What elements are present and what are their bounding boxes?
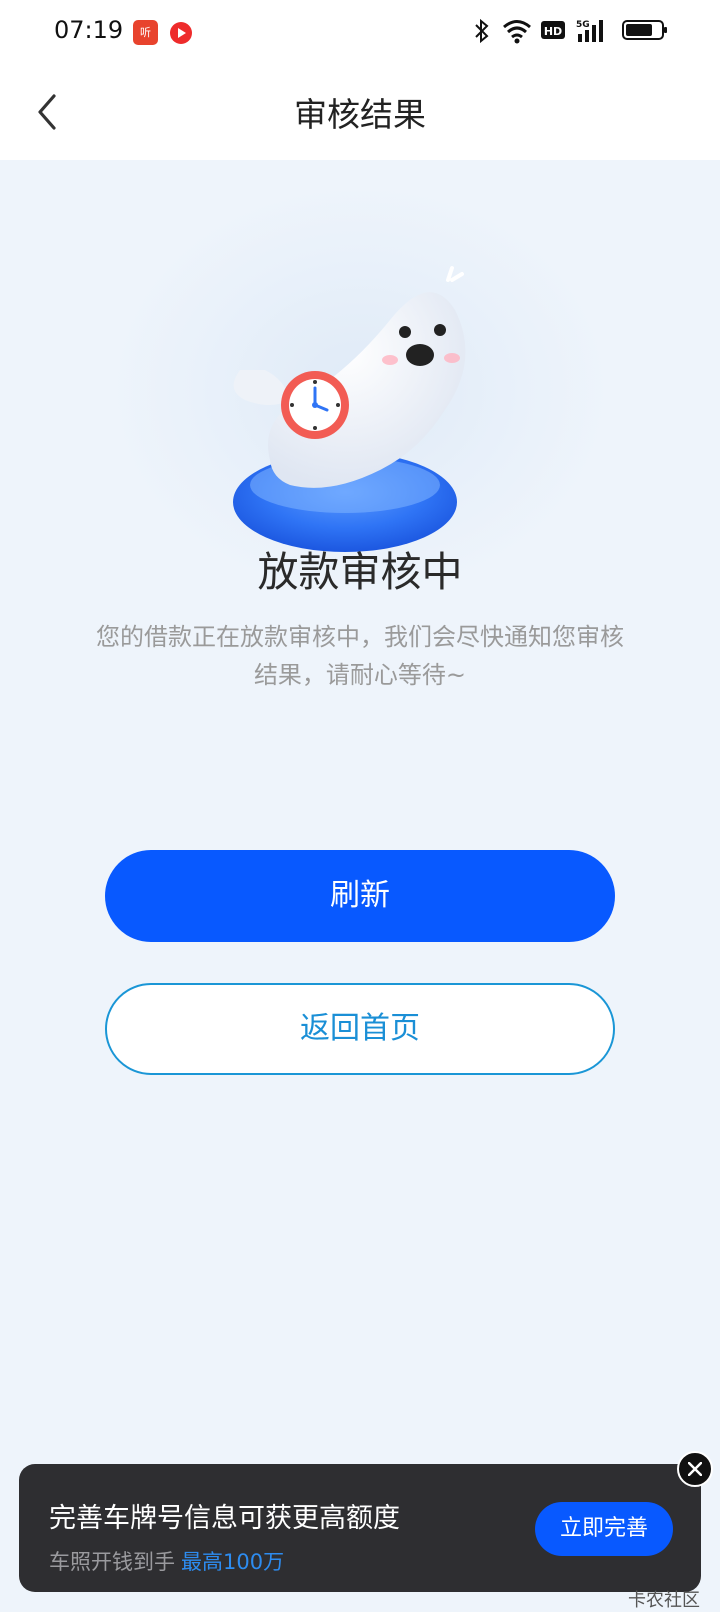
wifi-icon xyxy=(503,20,531,44)
bluetooth-icon xyxy=(475,18,489,44)
status-title: 放款审核中 xyxy=(257,548,463,596)
status-description: 您的借款正在放款审核中，我们会尽快通知您审核结果，请耐心等待~ xyxy=(96,623,624,689)
listen-app-icon: 听 xyxy=(133,20,158,45)
close-icon xyxy=(688,1462,702,1476)
promo-subtitle: 车照开钱到手 最高100万 xyxy=(49,1546,284,1576)
promo-title: 完善车牌号信息可获更高额度 xyxy=(49,1503,400,1534)
svg-text:HD: HD xyxy=(544,25,562,38)
svg-text:5G: 5G xyxy=(576,20,590,30)
promo-banner[interactable]: 完善车牌号信息可获更高额度 车照开钱到手 最高100万 立即完善 xyxy=(19,1464,701,1592)
watermark: 卡农社区 xyxy=(628,1590,700,1611)
refresh-button[interactable]: 刷新 xyxy=(105,850,615,942)
video-app-icon xyxy=(170,22,192,44)
page-title: 审核结果 xyxy=(294,95,426,134)
main-content: 放款审核中 您的借款正在放款审核中，我们会尽快通知您审核结果，请耐心等待~ 刷新… xyxy=(0,160,720,1612)
status-bar: 07:19 听 HD 5G xyxy=(0,0,720,64)
status-time: 07:19 xyxy=(54,16,124,44)
close-banner-button[interactable] xyxy=(677,1451,713,1487)
promo-highlight: 最高100万 xyxy=(181,1550,285,1574)
nav-bar: 审核结果 xyxy=(0,64,720,160)
back-home-button[interactable]: 返回首页 xyxy=(105,983,615,1075)
hd-icon: HD xyxy=(541,21,565,39)
promo-subtitle-text: 车照开钱到手 xyxy=(49,1550,175,1574)
signal-5g-icon: 5G xyxy=(576,20,603,42)
complete-now-button[interactable]: 立即完善 xyxy=(535,1502,673,1556)
battery-icon xyxy=(622,20,667,40)
